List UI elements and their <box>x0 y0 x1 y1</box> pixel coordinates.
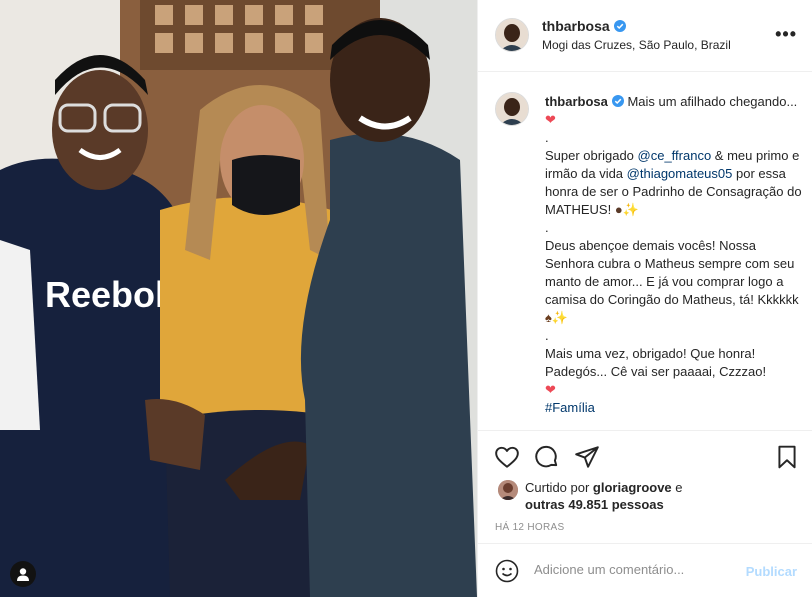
publish-button[interactable]: Publicar <box>746 564 797 579</box>
user-icon <box>17 568 29 581</box>
liker-username[interactable]: gloriagroove <box>593 480 672 495</box>
red-heart-icon: ❤ <box>545 382 556 397</box>
caption-line: . <box>545 328 549 343</box>
emoji-smiley-icon[interactable] <box>495 559 519 583</box>
post-photo[interactable]: Reebok <box>0 0 477 597</box>
comment-input[interactable] <box>534 562 734 577</box>
sparkles-emoji-icon: ✨ <box>551 310 569 325</box>
liker-avatar[interactable] <box>498 480 518 500</box>
caption-area: thbarbosa Mais um afilhado chegando... ❤… <box>478 72 812 429</box>
likes-summary: Curtido por gloriagroove e outras 49.851… <box>525 480 683 512</box>
folded-hands-emoji-icon: ● <box>614 202 623 217</box>
author-username[interactable]: thbarbosa <box>542 18 626 34</box>
verified-badge-icon <box>611 95 624 107</box>
comment-bubble-icon[interactable] <box>534 444 560 470</box>
post-timestamp[interactable]: HÁ 12 HORAS <box>495 522 564 533</box>
caption-username[interactable]: thbarbosa <box>545 94 624 109</box>
caption-line: . <box>545 130 549 145</box>
caption-line: Mais uma vez, obrigado! Que honra! Padeg… <box>545 346 767 379</box>
post-location[interactable]: Mogi das Cruzes, São Paulo, Brazil <box>542 38 731 52</box>
save-bookmark-icon[interactable] <box>774 444 800 470</box>
caption-author-avatar[interactable] <box>495 92 529 126</box>
author-avatar[interactable] <box>495 18 529 52</box>
caption-line: Mais um afilhado chegando... <box>627 94 801 109</box>
sparkles-emoji-icon: ✨ <box>622 202 639 217</box>
photo-shirt-text: Reebok <box>45 274 176 315</box>
caption-text: thbarbosa Mais um afilhado chegando... ❤… <box>545 93 803 417</box>
red-heart-icon: ❤ <box>545 112 556 127</box>
hashtag-link[interactable]: #Família <box>545 400 595 415</box>
more-options-button[interactable]: ••• <box>775 24 797 45</box>
add-comment-bar: Publicar <box>478 543 812 598</box>
caption-line: . <box>545 220 549 235</box>
share-paper-plane-icon[interactable] <box>574 444 600 470</box>
praying-emoji-icon: ♠ <box>545 310 552 325</box>
caption-line: Deus abençoe demais vocês! Nossa Senhora… <box>545 238 803 307</box>
verified-badge-icon <box>613 20 626 32</box>
caption-line: Super obrigado <box>545 148 638 163</box>
post-header: thbarbosa Mogi das Cruzes, São Paulo, Br… <box>478 0 812 72</box>
mention-link[interactable]: @thiagomateus05 <box>627 166 733 181</box>
post-actions: Curtido por gloriagroove e outras 49.851… <box>478 430 812 543</box>
tagged-people-button[interactable] <box>10 561 36 587</box>
post-details-panel: thbarbosa Mogi das Cruzes, São Paulo, Br… <box>477 0 812 597</box>
mention-link[interactable]: @ce_ffranco <box>638 148 712 163</box>
like-heart-icon[interactable] <box>494 444 520 470</box>
likes-count-link[interactable]: outras 49.851 pessoas <box>525 497 664 512</box>
